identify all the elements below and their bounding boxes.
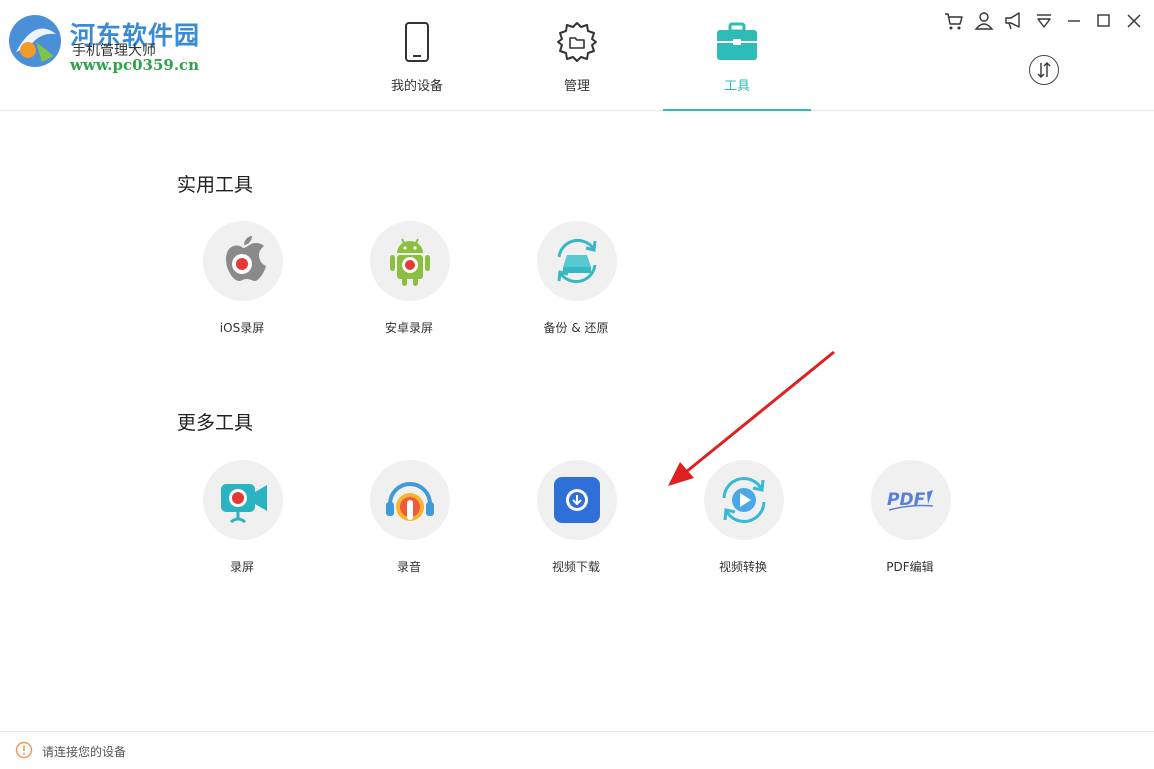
video-download-icon bbox=[554, 477, 600, 523]
minimize-icon[interactable] bbox=[1063, 10, 1085, 32]
maximize-icon[interactable] bbox=[1093, 10, 1115, 32]
tool-android-record[interactable]: 安卓录屏 bbox=[349, 221, 469, 335]
tool-ios-record[interactable]: iOS录屏 bbox=[182, 221, 302, 335]
active-tab-indicator bbox=[663, 109, 811, 111]
tool-backup-restore-label: 备份 & 还原 bbox=[543, 321, 609, 335]
tool-screen-record-circle bbox=[203, 460, 283, 540]
tool-pdf-edit-circle: PDF bbox=[871, 460, 951, 540]
transfer-icon bbox=[1037, 62, 1051, 78]
tool-backup-restore-circle bbox=[537, 221, 617, 301]
tool-video-download-circle bbox=[537, 460, 617, 540]
tool-ios-record-label: iOS录屏 bbox=[219, 321, 265, 335]
warning-icon bbox=[15, 741, 33, 759]
logo-badge-icon bbox=[9, 15, 61, 67]
annotation-arrow bbox=[668, 350, 835, 486]
video-camera-icon bbox=[221, 484, 267, 524]
logo: 河东软件园 手机管理大师 www.pc0359.cn bbox=[4, 8, 244, 74]
tab-manage-label: 管理 bbox=[563, 79, 590, 94]
tab-my-devices-label: 我的设备 bbox=[390, 79, 443, 94]
tool-audio-record-circle bbox=[370, 460, 450, 540]
tool-backup-restore[interactable]: 备份 & 还原 bbox=[516, 221, 636, 335]
tool-video-convert-label: 视频转换 bbox=[718, 560, 767, 574]
close-icon[interactable] bbox=[1123, 10, 1145, 32]
tool-pdf-edit-label: PDF编辑 bbox=[886, 560, 934, 574]
tool-android-record-label: 安卓录屏 bbox=[384, 321, 433, 335]
tab-tools-label: 工具 bbox=[723, 79, 750, 94]
tool-video-convert-circle bbox=[704, 460, 784, 540]
logo-url: www.pc0359.cn bbox=[70, 56, 200, 74]
tool-video-download[interactable]: 视频下载 bbox=[516, 460, 636, 574]
headphone-mic-icon bbox=[386, 482, 434, 521]
apple-record-icon bbox=[226, 236, 266, 281]
pdf-icon: PDF bbox=[887, 490, 934, 511]
tool-pdf-edit[interactable]: PDF PDF编辑 bbox=[850, 460, 970, 574]
dropdown-icon[interactable] bbox=[1033, 10, 1055, 32]
tab-manage[interactable]: 管理 bbox=[503, 0, 651, 110]
section-title-utility: 实用工具 bbox=[177, 174, 254, 196]
section-title-more: 更多工具 bbox=[177, 412, 254, 434]
user-icon[interactable] bbox=[973, 10, 995, 32]
transfer-button[interactable] bbox=[1029, 55, 1059, 85]
tool-audio-record[interactable]: 录音 bbox=[349, 460, 469, 574]
header-bar: 河东软件园 手机管理大师 www.pc0359.cn 我的设备 管理 工具 bbox=[0, 0, 1154, 111]
backup-restore-icon bbox=[557, 238, 597, 284]
tool-audio-record-label: 录音 bbox=[396, 560, 421, 574]
android-record-icon bbox=[390, 238, 430, 286]
tab-my-devices[interactable]: 我的设备 bbox=[343, 0, 491, 110]
tool-android-record-circle bbox=[370, 221, 450, 301]
tool-screen-record[interactable]: 录屏 bbox=[182, 460, 302, 574]
tool-ios-record-circle bbox=[203, 221, 283, 301]
phone-icon bbox=[405, 22, 429, 62]
tool-video-convert[interactable]: 视频转换 bbox=[683, 460, 803, 574]
tool-video-download-label: 视频下载 bbox=[551, 560, 600, 574]
toolbox-icon bbox=[717, 22, 757, 60]
megaphone-icon[interactable] bbox=[1003, 10, 1025, 32]
tab-tools[interactable]: 工具 bbox=[663, 0, 811, 111]
status-bar: 请连接您的设备 bbox=[0, 731, 1154, 769]
status-text: 请连接您的设备 bbox=[42, 745, 127, 759]
cart-icon[interactable] bbox=[943, 10, 965, 32]
video-convert-icon bbox=[722, 477, 766, 523]
tool-screen-record-label: 录屏 bbox=[229, 560, 254, 574]
gear-folder-icon bbox=[557, 22, 597, 62]
